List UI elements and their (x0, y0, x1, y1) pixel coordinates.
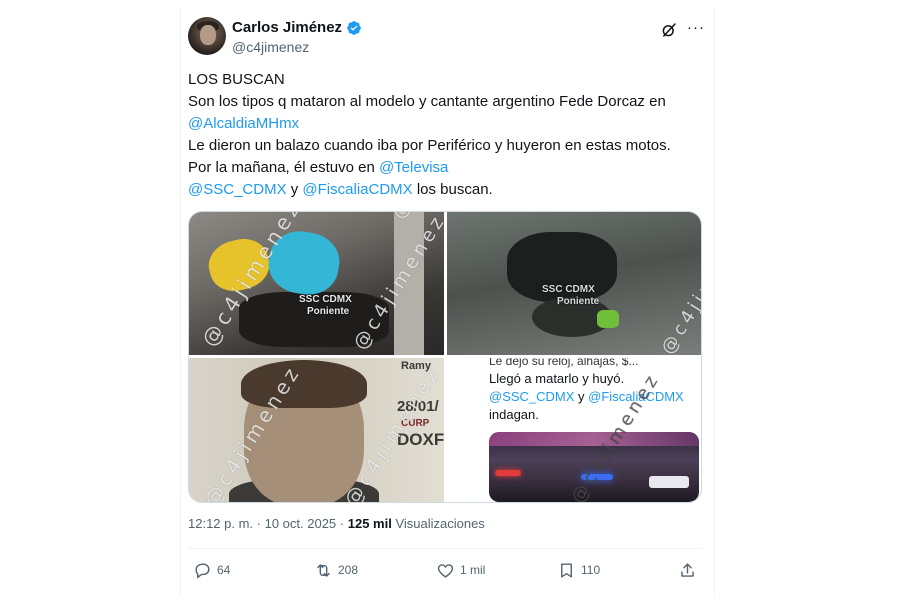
tweet-date[interactable]: 10 oct. 2025 (265, 516, 337, 531)
bookmark-icon (561, 562, 572, 578)
reply-icon (195, 562, 210, 579)
embedded-line-cut: Le dejó su reloj, alhajas, $... (489, 358, 639, 368)
media-photo-3[interactable]: Ramy 28/01/ CURP DOXF @c4jimenez @c4jime… (189, 358, 444, 502)
bookmark-button[interactable]: 110 (557, 558, 600, 582)
media-photo-4[interactable]: Le dejó su reloj, alhajas, $... Llegó a … (447, 358, 701, 502)
tweet-line-1: LOS BUSCAN (188, 71, 285, 88)
tweet-line-6-and: y (286, 181, 303, 198)
reply-count: 64 (217, 563, 231, 577)
tweet-time[interactable]: 12:12 p. m. (188, 516, 253, 531)
views-count: 125 mil (347, 516, 392, 531)
mention-alcaldia[interactable]: @AlcaldiaMHmx (188, 115, 299, 132)
watermark: @c4jimenez (657, 219, 702, 355)
media-grid: SSC CDMX Poniente @c4jimenez @c4jimenez … (188, 211, 702, 503)
mention-televisa[interactable]: @Televisa (379, 159, 448, 176)
share-button[interactable] (678, 558, 697, 582)
action-bar: 64 208 1 mil 110 (189, 556, 701, 584)
tweet-line-2: Son los tipos q mataron al modelo y cant… (188, 93, 666, 110)
repost-button[interactable]: 208 (314, 558, 358, 582)
like-button[interactable]: 1 mil (436, 558, 485, 582)
photo-1-caption: SSC CDMX (299, 294, 352, 305)
heart-icon (437, 563, 454, 578)
author-handle[interactable]: @c4jimenez (232, 39, 309, 55)
bookmark-count: 110 (581, 563, 601, 577)
author-display-name[interactable]: Carlos Jiménez (232, 19, 342, 36)
tweet-card: Carlos Jiménez @c4jimenez ··· LOS BUSCAN… (180, 8, 715, 596)
embedded-line-3: indagan. (489, 407, 539, 422)
embedded-and: y (574, 389, 589, 404)
tweet-text: LOS BUSCAN Son los tipos q mataron al mo… (188, 69, 708, 201)
author-name-row[interactable]: Carlos Jiménez (232, 19, 362, 36)
repost-count: 208 (338, 563, 359, 577)
media-photo-2[interactable]: SSC CDMX Poniente @c4jimenez (447, 212, 702, 355)
photo-1-caption-2: Poniente (307, 306, 350, 317)
separator: · (253, 516, 265, 531)
share-icon (681, 562, 694, 577)
avatar[interactable] (188, 17, 226, 55)
views-label: Visualizaciones (391, 516, 485, 531)
tweet-metadata: 12:12 p. m. · 10 oct. 2025 · 125 mil Vis… (188, 516, 485, 531)
divider (188, 548, 702, 549)
tweet-line-6-suffix: los buscan. (412, 181, 493, 198)
photo-2-caption-2: Poniente (557, 296, 600, 307)
like-count: 1 mil (460, 563, 486, 577)
verified-badge-icon (347, 20, 361, 35)
photo-2-caption: SSC CDMX (542, 284, 595, 295)
tweet-line-5-text: Por la mañana, él estuvo en (188, 159, 379, 176)
mention-ssc[interactable]: @SSC_CDMX (188, 181, 287, 198)
repost-icon (317, 563, 330, 577)
media-photo-1[interactable]: SSC CDMX Poniente @c4jimenez @c4jimenez … (189, 212, 444, 355)
reply-button[interactable]: 64 (193, 558, 230, 582)
grok-icon[interactable] (660, 21, 678, 39)
mention-fiscalia[interactable]: @FiscaliaCDMX (302, 181, 412, 198)
tweet-line-4: Le dieron un balazo cuando iba por Perif… (188, 137, 671, 154)
embedded-mention-ssc: @SSC_CDMX (489, 389, 575, 404)
more-icon[interactable]: ··· (687, 19, 705, 37)
separator: · (336, 516, 348, 531)
